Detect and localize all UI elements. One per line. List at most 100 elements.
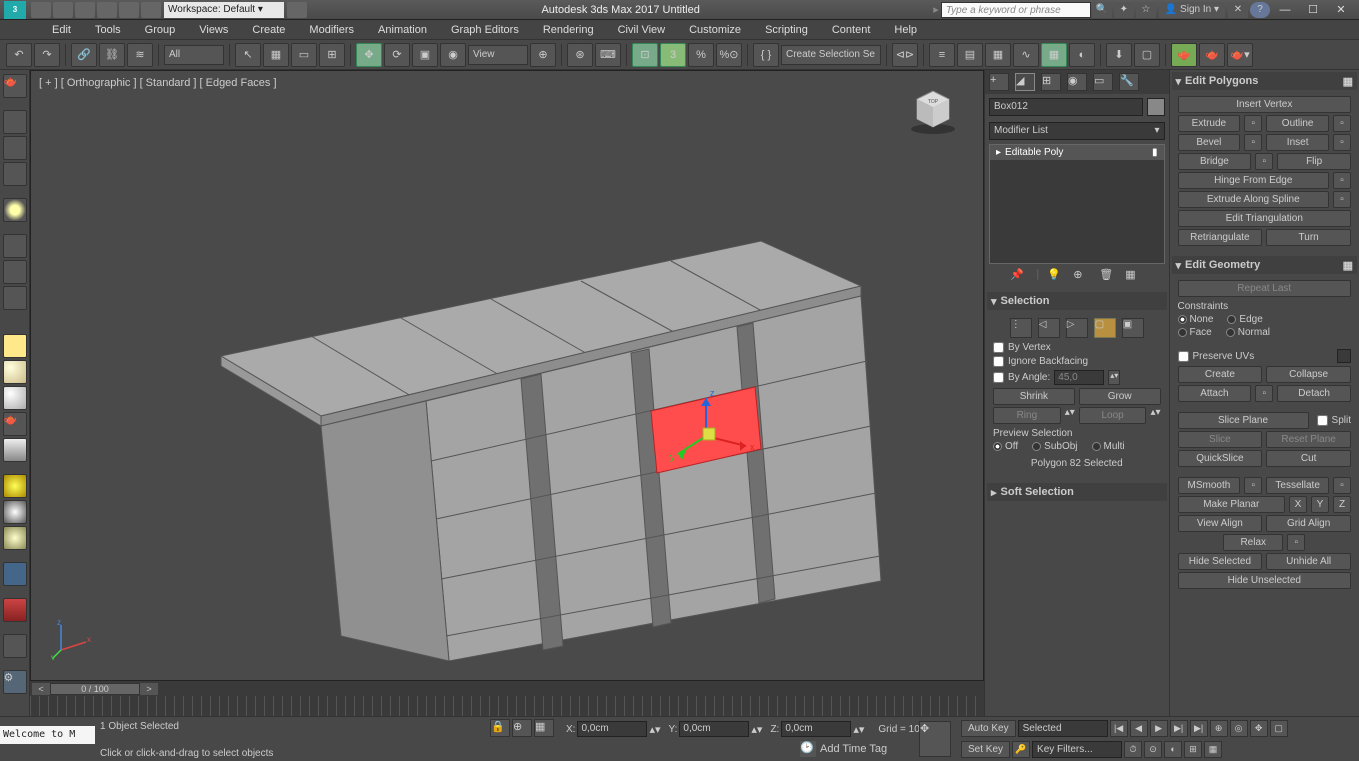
window-crossing-button[interactable]: ⊞ — [319, 43, 345, 67]
insert-vertex-button[interactable]: Insert Vertex — [1178, 96, 1351, 113]
play-button[interactable]: ▶ — [1150, 720, 1168, 737]
by-angle-spinner-arrows[interactable]: ▴▾ — [1108, 370, 1120, 385]
time-config-button[interactable]: ⏱ — [1124, 741, 1142, 758]
unlink-button[interactable]: ⛓ — [99, 43, 125, 67]
matcol2-icon[interactable] — [3, 360, 27, 384]
matcol5-icon[interactable] — [3, 438, 27, 462]
flip-button[interactable]: Flip — [1277, 153, 1351, 170]
nav3-button[interactable]: ✥ — [1250, 720, 1268, 737]
menu-grapheditors[interactable]: Graph Editors — [439, 20, 531, 40]
tab-hierarchy[interactable]: ⊞ — [1041, 73, 1061, 91]
preview-multi-radio[interactable]: Multi — [1092, 441, 1125, 452]
spinner-snap-button[interactable]: %⊙ — [716, 43, 742, 67]
planar-y-button[interactable]: Y — [1311, 496, 1329, 513]
ignore-backfacing-checkbox[interactable]: Ignore Backfacing — [993, 356, 1161, 367]
open-icon[interactable] — [53, 2, 73, 18]
use-pivot-button[interactable]: ⊕ — [530, 43, 556, 67]
pin-stack-button[interactable]: 📌 — [1010, 268, 1028, 286]
modifier-editable-poly[interactable]: ▸ Editable Poly▮ — [990, 145, 1164, 160]
object-color-swatch[interactable] — [1147, 98, 1165, 116]
set-key-big-button[interactable]: ✥ — [919, 721, 951, 757]
time-slider[interactable]: < 0 / 100 > — [30, 681, 984, 716]
x-input[interactable]: 0,0cm — [577, 721, 647, 737]
absolute-mode-button[interactable]: ⊕ — [512, 719, 532, 737]
extrude-button[interactable]: Extrude — [1178, 115, 1241, 132]
next-frame-button[interactable]: ▶| — [1170, 720, 1188, 737]
repeat-last-button[interactable]: Repeat Last — [1178, 280, 1351, 297]
set-key-button[interactable]: Set Key — [961, 741, 1010, 758]
modifier-list-dropdown[interactable]: Modifier List▾ — [989, 122, 1165, 140]
camera1-icon[interactable] — [3, 234, 27, 258]
remove-mod-button[interactable]: 🗑 — [1099, 268, 1117, 286]
subobj-vertex[interactable]: ⋮ — [1010, 318, 1032, 338]
select-by-name-button[interactable]: ▦ — [263, 43, 289, 67]
constraint-edge-radio[interactable]: Edge — [1227, 314, 1262, 325]
nav2-button[interactable]: ◎ — [1230, 720, 1248, 737]
key-filters-button[interactable]: Key Filters... — [1032, 741, 1122, 758]
planar-x-button[interactable]: X — [1289, 496, 1307, 513]
make-planar-button[interactable]: Make Planar — [1178, 496, 1285, 513]
material-editor-button[interactable]: ◐ — [1069, 43, 1095, 67]
particles-icon[interactable] — [3, 562, 27, 586]
nav6-button[interactable]: ◐ — [1164, 741, 1182, 758]
relax-button[interactable]: Relax — [1223, 534, 1283, 551]
orb1-icon[interactable] — [3, 500, 27, 524]
matcol3-icon[interactable] — [3, 386, 27, 410]
project-icon[interactable] — [141, 2, 161, 18]
preview-subobj-radio[interactable]: SubObj — [1032, 441, 1077, 452]
key-target-combo[interactable]: Selected — [1018, 720, 1108, 737]
minimize-button[interactable]: — — [1271, 1, 1299, 19]
nav7-button[interactable]: ⊞ — [1184, 741, 1202, 758]
new-icon[interactable] — [31, 2, 51, 18]
goto-end-button[interactable]: ▶| — [1190, 720, 1208, 737]
bridge-button[interactable]: Bridge — [1178, 153, 1252, 170]
cut-button[interactable]: Cut — [1266, 450, 1351, 467]
constraint-none-radio[interactable]: None — [1178, 314, 1214, 325]
select-scale-button[interactable]: ▣ — [412, 43, 438, 67]
rollout-editgeom-header[interactable]: ▾Edit Geometry▦ — [1172, 256, 1357, 274]
manipulate-button[interactable]: ⊛ — [567, 43, 593, 67]
help-icon[interactable]: ? — [1250, 2, 1270, 18]
hinge-button[interactable]: Hinge From Edge — [1178, 172, 1329, 189]
subobj-element[interactable]: ▣ — [1122, 318, 1144, 338]
edit-named-sel-button[interactable]: { } — [753, 43, 779, 67]
bevel-button[interactable]: Bevel — [1178, 134, 1241, 151]
snap-toggle-button[interactable]: ⊡ — [632, 43, 658, 67]
subobj-edge[interactable]: ◁ — [1038, 318, 1060, 338]
inset-button[interactable]: Inset — [1266, 134, 1329, 151]
tab-utilities[interactable]: 🔧 — [1119, 73, 1139, 91]
render-prod-button[interactable]: 🫖 — [1171, 43, 1197, 67]
select-object-button[interactable]: ↖ — [235, 43, 261, 67]
configure-button[interactable]: ▦ — [1125, 268, 1143, 286]
viewport[interactable]: [ + ] [ Orthographic ] [ Standard ] [ Ed… — [30, 70, 984, 681]
redo-icon[interactable] — [119, 2, 139, 18]
menu-animation[interactable]: Animation — [366, 20, 439, 40]
time-slider-handle[interactable]: 0 / 100 — [50, 683, 140, 695]
link-button[interactable]: 🔗 — [71, 43, 97, 67]
y-input[interactable]: 0,0cm — [679, 721, 749, 737]
menu-group[interactable]: Group — [133, 20, 188, 40]
extrude-spline-button[interactable]: Extrude Along Spline — [1178, 191, 1329, 208]
slice-plane-button[interactable]: Slice Plane — [1178, 412, 1309, 429]
sun-icon[interactable] — [3, 474, 27, 498]
nav4-button[interactable]: ▢ — [1270, 720, 1288, 737]
rollout-editpoly-header[interactable]: ▾Edit Polygons▦ — [1172, 72, 1357, 90]
save-icon[interactable] — [75, 2, 95, 18]
outline-button[interactable]: Outline — [1266, 115, 1329, 132]
show-result-button[interactable]: 💡 — [1047, 268, 1065, 286]
undo-button[interactable]: ↶ — [6, 43, 32, 67]
wireframe-icon[interactable] — [3, 634, 27, 658]
ring-button[interactable]: Ring — [993, 407, 1061, 424]
undo-icon[interactable] — [97, 2, 117, 18]
time-slider-next[interactable]: > — [140, 683, 158, 695]
orb2-icon[interactable] — [3, 526, 27, 550]
prev-frame-button[interactable]: ◀ — [1130, 720, 1148, 737]
search-button[interactable]: 🔍 — [1092, 2, 1112, 18]
render-online-button[interactable]: 🫖▾ — [1227, 43, 1253, 67]
key-mode-button[interactable]: 🔑 — [1012, 741, 1030, 758]
create-button[interactable]: Create — [1178, 366, 1263, 383]
nav1-button[interactable]: ⊕ — [1210, 720, 1228, 737]
menu-content[interactable]: Content — [820, 20, 883, 40]
hide-unselected-button[interactable]: Hide Unselected — [1178, 572, 1351, 589]
angle-snap-button[interactable]: 3 — [660, 43, 686, 67]
